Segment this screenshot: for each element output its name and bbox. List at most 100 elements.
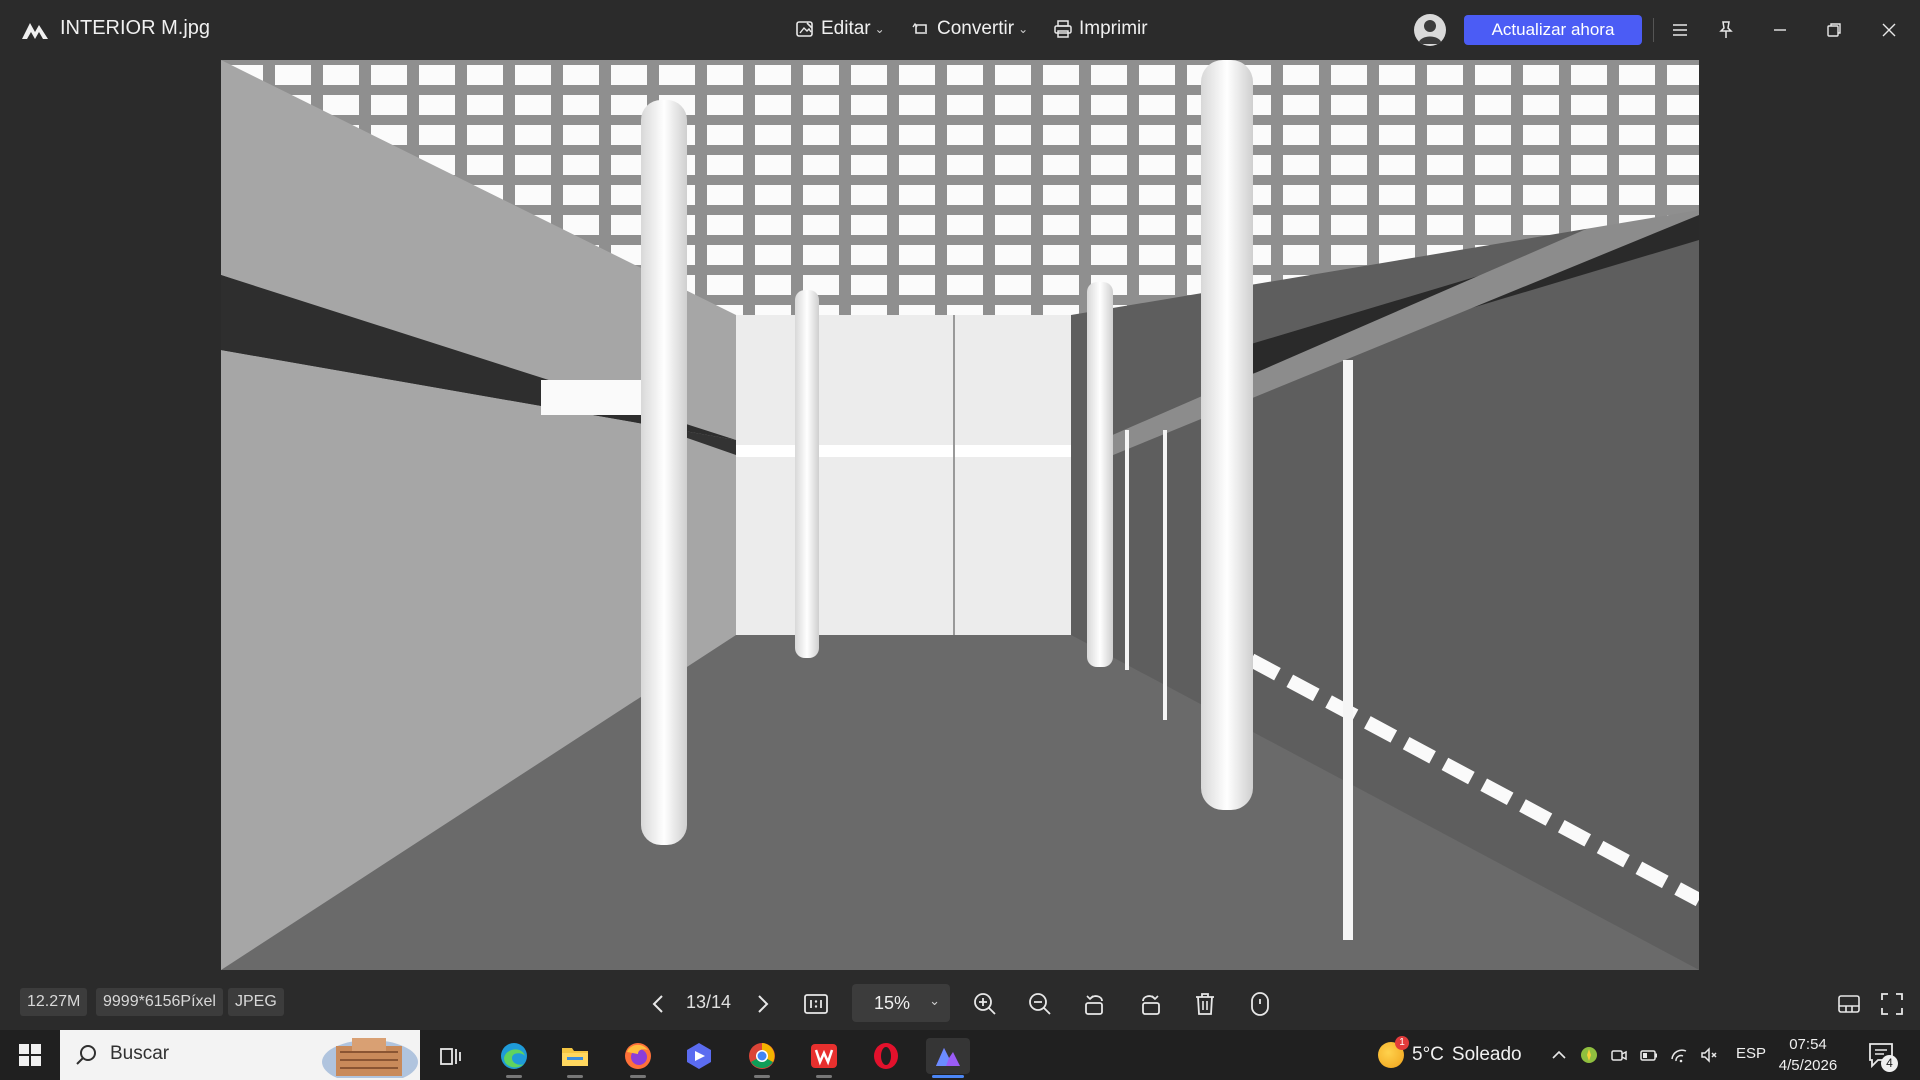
wifi-icon — [1671, 1049, 1687, 1063]
close-icon — [1882, 23, 1896, 37]
chevron-down-icon: ⌄ — [874, 22, 885, 36]
file-size-badge: 12.27M — [20, 988, 88, 1016]
restore-icon — [1827, 23, 1841, 37]
user-icon — [1418, 20, 1442, 44]
zoom-value: 15% — [874, 992, 911, 1013]
close-button[interactable] — [1873, 14, 1905, 46]
volume-button[interactable] — [1696, 1042, 1722, 1068]
notification-center-button[interactable]: 4 — [1866, 1040, 1900, 1072]
hamburger-menu-icon — [1673, 24, 1687, 36]
taskbar-search[interactable]: Buscar — [60, 1030, 420, 1080]
chevron-left-icon — [652, 995, 663, 1013]
pin-button[interactable] — [1710, 14, 1742, 46]
restore-button[interactable] — [1818, 14, 1850, 46]
rotate-right-icon — [1142, 995, 1160, 1015]
rotate-left-icon — [1085, 995, 1103, 1015]
photo-viewer-icon — [936, 1048, 960, 1066]
search-highlight-illustration — [322, 1038, 418, 1078]
actual-size-button[interactable] — [800, 988, 832, 1020]
volume-muted-icon — [1701, 1047, 1717, 1063]
task-view-button[interactable] — [428, 1038, 472, 1074]
fullscreen-icon — [1881, 993, 1903, 1015]
file-title: INTERIOR M.jpg — [60, 17, 211, 39]
battery-button[interactable] — [1636, 1042, 1662, 1068]
convert-icon — [912, 22, 927, 34]
app-logo-icon — [22, 23, 48, 39]
toolbar-divider — [1653, 18, 1654, 42]
weather-temperature: 5°C — [1412, 1044, 1444, 1065]
convert-menu-label: Convertir — [937, 18, 1015, 39]
printer-icon — [1054, 20, 1072, 38]
chevron-down-icon: ⌄ — [1018, 22, 1029, 36]
actual-size-icon — [804, 994, 828, 1014]
clock-date: 4/5/2026 — [1778, 1057, 1838, 1074]
clipchamp-icon — [687, 1043, 711, 1069]
search-icon — [76, 1045, 96, 1065]
input-language[interactable]: ESP — [1736, 1045, 1766, 1062]
edit-menu[interactable]: Editar ⌄ — [795, 15, 885, 43]
show-hidden-icons-button[interactable] — [1546, 1042, 1572, 1068]
rotate-left-button[interactable] — [1079, 988, 1111, 1020]
zoom-out-button[interactable] — [1024, 988, 1056, 1020]
dimensions-badge: 9999*6156Píxel — [96, 988, 223, 1016]
weather-alert-badge: 1 — [1395, 1036, 1409, 1050]
minimize-button[interactable] — [1764, 14, 1796, 46]
architectural-interior-render — [221, 60, 1699, 970]
file-explorer-icon — [562, 1048, 588, 1066]
chevron-up-icon — [1552, 1050, 1566, 1059]
taskbar-app-chrome[interactable] — [740, 1038, 784, 1078]
meet-now-button[interactable] — [1606, 1042, 1632, 1068]
chevron-right-icon — [758, 995, 769, 1013]
sun-icon: 1 — [1378, 1036, 1409, 1068]
clock-time: 07:54 — [1789, 1036, 1827, 1053]
battery-icon — [1640, 1050, 1657, 1061]
format-badge: JPEG — [228, 988, 284, 1016]
zoom-select[interactable]: 15% ⌄ — [852, 984, 950, 1022]
info-button[interactable] — [1244, 988, 1276, 1020]
tray-app-icon — [1581, 1047, 1597, 1063]
windows-taskbar: Buscar 1 5°C Soleado ESP 07:54 4/5/2026 … — [0, 1030, 1920, 1080]
print-button[interactable]: Imprimir — [1053, 15, 1148, 43]
pin-icon — [1719, 21, 1733, 38]
windows-logo-icon — [19, 1044, 41, 1066]
hamburger-menu-button[interactable] — [1664, 14, 1696, 46]
viewer-toolbar: 12.27M 9999*6156Píxel JPEG 13/14 15% ⌄ — [0, 978, 1920, 1030]
wps-icon — [811, 1044, 837, 1068]
taskbar-app-photo-viewer[interactable] — [926, 1038, 970, 1078]
delete-button[interactable] — [1189, 988, 1221, 1020]
print-menu-label: Imprimir — [1079, 18, 1148, 39]
taskbar-app-opera[interactable] — [864, 1038, 908, 1074]
taskbar-app-edge[interactable] — [492, 1038, 536, 1078]
taskbar-app-file-explorer[interactable] — [553, 1038, 597, 1078]
edit-image-icon — [796, 21, 813, 37]
chevron-down-icon: ⌄ — [929, 993, 940, 1008]
account-avatar[interactable] — [1414, 14, 1446, 46]
taskbar-app-wps[interactable] — [802, 1038, 846, 1078]
page-counter: 13/14 — [686, 992, 732, 1012]
opera-icon — [874, 1043, 898, 1069]
start-button[interactable] — [10, 1038, 50, 1072]
upgrade-button[interactable]: Actualizar ahora — [1464, 15, 1642, 45]
task-view-icon — [440, 1048, 461, 1065]
weather-condition: Soleado — [1451, 1044, 1522, 1065]
next-image-button[interactable] — [746, 988, 778, 1020]
tray-app-button[interactable] — [1576, 1042, 1602, 1068]
image-canvas[interactable] — [221, 60, 1699, 970]
search-placeholder: Buscar — [110, 1043, 170, 1064]
camera-icon — [1611, 1050, 1627, 1061]
wifi-button[interactable] — [1666, 1042, 1692, 1068]
chrome-icon — [749, 1043, 775, 1069]
system-clock[interactable]: 07:54 4/5/2026 — [1776, 1034, 1840, 1076]
zoom-in-button[interactable] — [969, 988, 1001, 1020]
fullscreen-button[interactable] — [1876, 988, 1908, 1020]
taskbar-app-firefox[interactable] — [616, 1038, 660, 1078]
title-bar: INTERIOR M.jpg Editar ⌄ Convertir ⌄ Impr… — [0, 0, 1920, 59]
convert-menu[interactable]: Convertir ⌄ — [911, 15, 1028, 43]
zoom-out-icon — [1029, 993, 1051, 1015]
weather-widget[interactable]: 1 5°C Soleado — [1378, 1036, 1522, 1068]
rotate-right-button[interactable] — [1134, 988, 1166, 1020]
previous-image-button[interactable] — [643, 988, 675, 1020]
thumbnail-strip-button[interactable] — [1833, 988, 1865, 1020]
taskbar-app-clipchamp[interactable] — [677, 1038, 721, 1074]
thumbnail-strip-icon — [1838, 995, 1860, 1013]
